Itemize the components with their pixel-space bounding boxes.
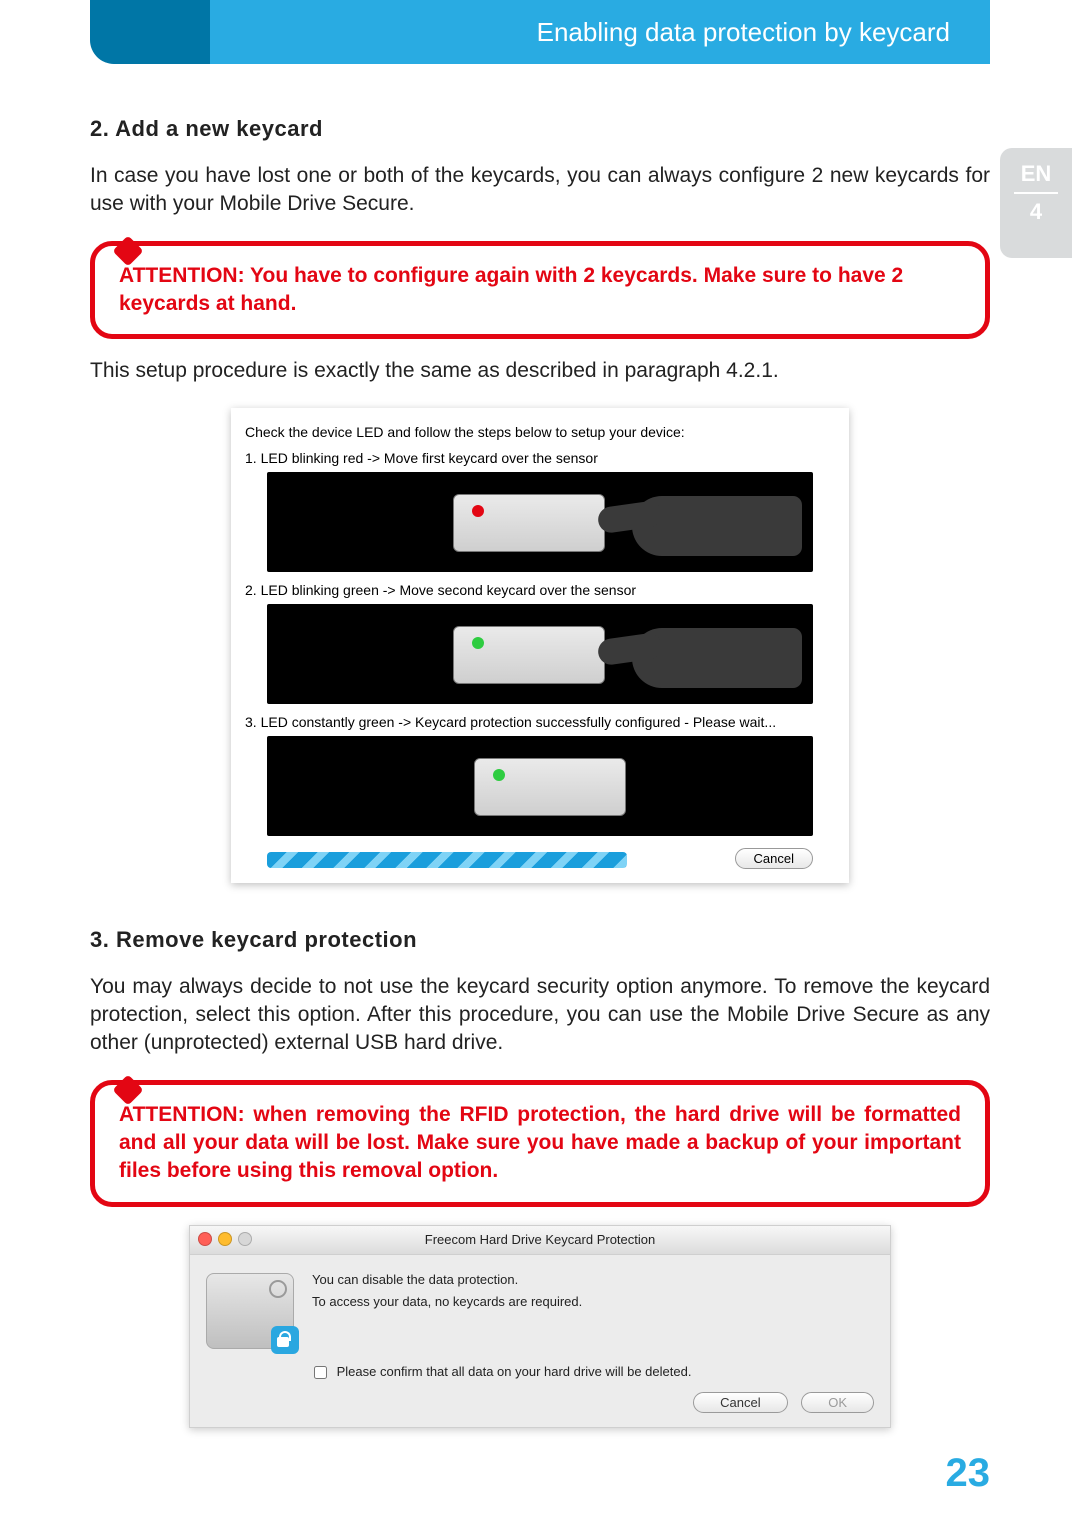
attention-text-1: ATTENTION: You have to configure again w… (119, 262, 961, 319)
disable-line-1: You can disable the data protection. (312, 1269, 874, 1291)
wizard-image-2 (267, 604, 813, 704)
chapter-number: 4 (1000, 200, 1072, 224)
wizard-image-3 (267, 736, 813, 836)
language-code: EN (1000, 162, 1072, 186)
page-header: Enabling data protection by keycard (90, 0, 990, 64)
section-3-heading: 3. Remove keycard protection (90, 927, 990, 953)
device-icon (453, 494, 605, 552)
progress-bar (267, 852, 627, 868)
zoom-icon[interactable] (238, 1232, 252, 1246)
section-2-heading: 2. Add a new keycard (90, 116, 990, 142)
dialog-ok-button[interactable]: OK (801, 1392, 874, 1413)
attention-box-1: ATTENTION: You have to configure again w… (90, 241, 990, 340)
wizard-step-3: 3. LED constantly green -> Keycard prote… (245, 714, 835, 730)
confirm-label: Please confirm that all data on your har… (337, 1364, 692, 1379)
disable-dialog-screenshot: Freecom Hard Drive Keycard Protection Yo… (189, 1225, 891, 1428)
wizard-intro: Check the device LED and follow the step… (245, 424, 835, 440)
attention-box-2: ATTENTION: when removing the RFID protec… (90, 1080, 990, 1207)
drive-icon (206, 1273, 294, 1349)
dialog-cancel-button[interactable]: Cancel (693, 1392, 787, 1413)
language-tab: EN 4 (1000, 148, 1072, 258)
attention-text-2: ATTENTION: when removing the RFID protec… (119, 1101, 961, 1186)
hand-icon (602, 608, 802, 698)
wizard-step-1: 1. LED blinking red -> Move first keycar… (245, 450, 835, 466)
header-title: Enabling data protection by keycard (210, 0, 990, 64)
window-controls[interactable] (198, 1232, 252, 1246)
wizard-image-1 (267, 472, 813, 572)
dialog-titlebar: Freecom Hard Drive Keycard Protection (190, 1226, 890, 1255)
confirm-row: Please confirm that all data on your har… (190, 1355, 890, 1386)
device-icon (453, 626, 605, 684)
led-green-icon (493, 769, 505, 781)
section-2-after: This setup procedure is exactly the same… (90, 357, 990, 385)
disable-line-2: To access your data, no keycards are req… (312, 1291, 874, 1313)
dialog-title: Freecom Hard Drive Keycard Protection (425, 1232, 655, 1247)
confirm-checkbox[interactable] (314, 1366, 327, 1379)
language-divider (1014, 192, 1058, 194)
lock-icon (271, 1326, 299, 1354)
led-green-icon (472, 637, 484, 649)
device-icon (474, 758, 626, 816)
close-icon[interactable] (198, 1232, 212, 1246)
section-3-paragraph: You may always decide to not use the key… (90, 973, 990, 1058)
minimize-icon[interactable] (218, 1232, 232, 1246)
page-number: 23 (946, 1451, 991, 1496)
wizard-screenshot: Check the device LED and follow the step… (231, 408, 849, 883)
header-tab (90, 0, 210, 64)
hand-icon (602, 476, 802, 566)
section-2-paragraph: In case you have lost one or both of the… (90, 162, 990, 219)
led-red-icon (472, 505, 484, 517)
wizard-step-2: 2. LED blinking green -> Move second key… (245, 582, 835, 598)
wizard-cancel-button[interactable]: Cancel (735, 848, 813, 869)
